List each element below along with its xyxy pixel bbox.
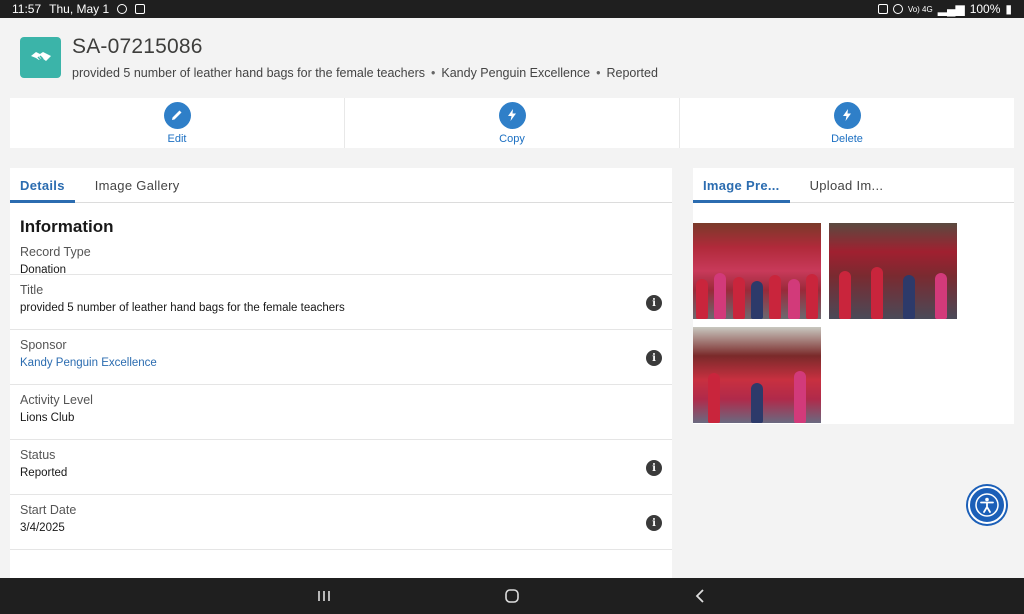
field-label: Record Type (20, 245, 91, 259)
field-label: Title (20, 283, 44, 297)
record-status: Reported (606, 65, 658, 80)
image-tabs: Image Pre... Upload Im... (693, 168, 1014, 203)
field-activity-level: Activity Level Lions Club (10, 385, 672, 440)
status-date: Thu, May 1 (49, 2, 110, 16)
edit-button[interactable]: Edit (10, 98, 345, 148)
tab-upload-image[interactable]: Upload Im... (800, 168, 894, 202)
lightning-icon (833, 101, 861, 129)
info-icon[interactable]: i (646, 460, 662, 476)
section-title: Information (20, 217, 114, 236)
image-card: Image Pre... Upload Im... (693, 168, 1014, 424)
image-thumbnail[interactable] (693, 327, 821, 423)
status-time: 11:57 (12, 2, 42, 16)
signal-icon: ▂▄▆ (937, 2, 965, 16)
lightning-icon (498, 101, 526, 129)
mute-icon (892, 4, 903, 14)
field-title: Title provided 5 number of leather hand … (10, 275, 672, 330)
field-status: Status Reported i (10, 440, 672, 495)
field-value: Lions Club (20, 412, 75, 424)
copy-label: Copy (499, 132, 525, 145)
field-label: Sponsor (20, 338, 67, 352)
tab-details[interactable]: Details (10, 168, 75, 203)
record-description: provided 5 number of leather hand bags f… (72, 65, 425, 80)
copy-button[interactable]: Copy (345, 98, 680, 148)
info-icon[interactable]: i (646, 350, 662, 366)
field-value: provided 5 number of leather hand bags f… (20, 302, 345, 314)
field-label: Activity Level (20, 393, 93, 407)
action-bar: Edit Copy Delete (10, 98, 1014, 148)
info-icon[interactable]: i (646, 515, 662, 531)
delete-label: Delete (831, 132, 863, 145)
edit-label: Edit (167, 132, 187, 145)
pencil-icon (163, 101, 191, 129)
system-nav-bar (0, 578, 1024, 614)
image-thumbnail[interactable] (829, 223, 957, 319)
details-tabs: Details Image Gallery (10, 168, 672, 203)
image-thumbnail[interactable] (693, 223, 821, 319)
home-button[interactable] (497, 584, 527, 608)
details-card: Details Image Gallery Information Record… (10, 168, 672, 578)
gallery-icon (135, 4, 146, 14)
tab-image-gallery[interactable]: Image Gallery (85, 168, 190, 202)
whatsapp-icon (117, 4, 128, 14)
sponsor-link[interactable]: Kandy Penguin Excellence (20, 357, 662, 369)
record-subtitle: provided 5 number of leather hand bags f… (72, 65, 658, 80)
record-id: SA-07215086 (72, 34, 203, 58)
status-bar: 11:57 Thu, May 1 Vo) 4G ▂▄▆ 100% ▮ (0, 0, 1024, 18)
image-gallery (693, 203, 1014, 424)
field-value: 3/4/2025 (20, 522, 65, 534)
field-sponsor: Sponsor Kandy Penguin Excellence i (10, 330, 672, 385)
alarm-icon (877, 4, 888, 14)
handshake-icon (20, 36, 61, 78)
recent-apps-button[interactable] (309, 584, 339, 608)
field-label: Status (20, 448, 56, 462)
delete-button[interactable]: Delete (680, 98, 1014, 148)
tab-image-preview[interactable]: Image Pre... (693, 168, 790, 203)
network-label: Vo) 4G (907, 4, 933, 14)
accessibility-button[interactable] (968, 486, 1006, 524)
record-sponsor: Kandy Penguin Excellence (441, 65, 591, 80)
field-value: Reported (20, 467, 68, 479)
record-header: SA-07215086 provided 5 number of leather… (10, 18, 1014, 96)
back-button[interactable] (685, 584, 715, 608)
field-label: Start Date (20, 503, 77, 517)
info-icon[interactable]: i (646, 295, 662, 311)
field-start-date: Start Date 3/4/2025 i (10, 495, 672, 550)
accessibility-icon (975, 493, 999, 517)
battery-level: 100% (969, 2, 1001, 16)
battery-icon: ▮ (1005, 2, 1012, 16)
field-record-type: Record Type Donation (10, 237, 672, 276)
